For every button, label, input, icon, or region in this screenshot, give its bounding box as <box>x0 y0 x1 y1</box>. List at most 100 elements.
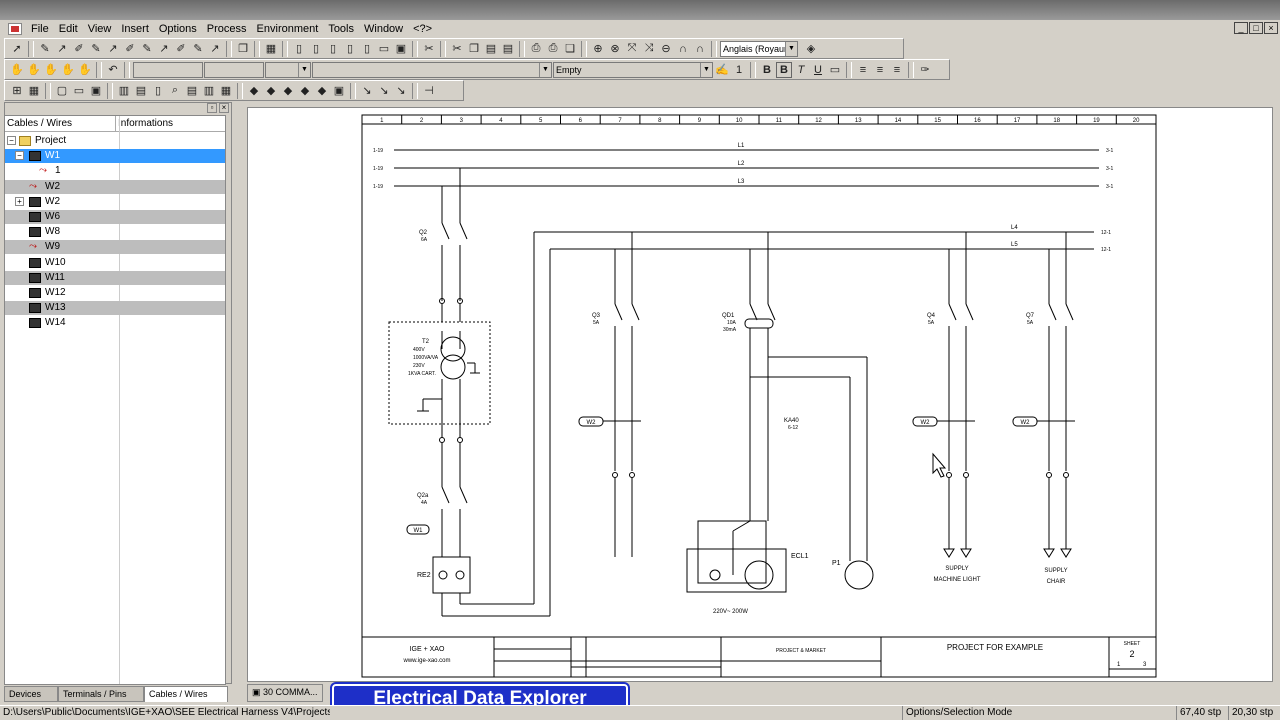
panel-pin-icon[interactable]: ▫ <box>207 103 217 113</box>
bold-frame-icon[interactable]: B <box>776 61 792 78</box>
windows-icon[interactable]: ❏ <box>562 41 578 57</box>
save-icon[interactable]: ▣ <box>393 41 409 57</box>
tool-11-icon[interactable]: ↗ <box>207 41 223 57</box>
zoom-in-icon[interactable]: ⊕ <box>590 41 606 57</box>
wire-tool-icon[interactable]: ↘ <box>376 83 392 99</box>
paste-icon[interactable]: ▤ <box>483 41 499 57</box>
panel-close-icon[interactable]: × <box>219 103 229 113</box>
grid-icon[interactable]: ▦ <box>26 83 42 99</box>
tool-10-icon[interactable]: ✎ <box>190 41 206 57</box>
tab-cables-wires[interactable]: Cables / Wires <box>144 686 228 702</box>
underline-icon[interactable]: U <box>810 62 826 78</box>
open-folder-icon[interactable]: ▭ <box>376 41 392 57</box>
frame-icon[interactable]: ▭ <box>827 62 843 78</box>
property-combo-4[interactable]: ▼ <box>312 61 552 78</box>
tab-document[interactable]: ▣ 30 COMMA... <box>247 684 323 702</box>
connector-icon[interactable]: ◆ <box>280 83 296 99</box>
italic-icon[interactable]: T <box>793 62 809 78</box>
pen-icon[interactable]: ✍ <box>714 62 730 78</box>
tool-1-icon[interactable]: ✎ <box>37 41 53 57</box>
hand-icon[interactable]: ✋ <box>60 62 76 78</box>
connector-icon[interactable]: ◆ <box>263 83 279 99</box>
zoom-all-icon[interactable]: ⤧ <box>624 41 640 57</box>
table-icon[interactable]: ▦ <box>218 83 234 99</box>
column-informations[interactable]: Informations <box>115 116 225 131</box>
clipboard-icon[interactable]: ▤ <box>500 41 516 57</box>
mdi-minimize-button[interactable]: _ <box>1234 22 1248 34</box>
zoom-window-icon[interactable]: ⤨ <box>641 41 657 57</box>
expand-toggle-icon[interactable]: − <box>15 151 24 161</box>
new-file-icon[interactable]: ▯ <box>291 41 307 57</box>
page-icon[interactable]: ▯ <box>359 41 375 57</box>
print-icon[interactable]: ⎙ <box>528 41 544 57</box>
zoom-icon[interactable]: ⊗ <box>607 41 623 57</box>
expand-toggle-icon[interactable]: − <box>7 136 16 145</box>
mdi-close-button[interactable]: × <box>1264 22 1278 34</box>
page-icon[interactable]: ▯ <box>342 41 358 57</box>
tab-terminals-pins[interactable]: Terminals / Pins <box>58 686 144 702</box>
grid-icon[interactable]: ▦ <box>263 41 279 57</box>
tree-item[interactable]: + W2 <box>5 195 225 209</box>
tool-6-icon[interactable]: ✐ <box>122 41 138 57</box>
undo-icon[interactable]: ↶ <box>105 62 121 78</box>
hand-icon[interactable]: ✋ <box>26 62 42 78</box>
mdi-restore-button[interactable]: □ <box>1249 22 1263 34</box>
align-center-icon[interactable]: ≡ <box>872 62 888 78</box>
menu-tools[interactable]: Tools <box>323 20 359 38</box>
tree-item[interactable]: ⤳ W2 <box>5 179 225 194</box>
tree-item[interactable]: W8 <box>5 225 225 239</box>
link-icon[interactable]: ∩ <box>692 41 708 57</box>
style-select[interactable]: Empty ▼ <box>553 61 713 78</box>
menu-options[interactable]: Options <box>154 20 202 38</box>
tool-7-icon[interactable]: ✎ <box>139 41 155 57</box>
bold-icon[interactable]: B <box>759 62 775 78</box>
wire-tool-icon[interactable]: ↘ <box>393 83 409 99</box>
drawing-canvas[interactable]: 1 2 3 4 5 6 7 8 9 10 11 12 13 14 15 16 17 18 19 20 L1 1-19 3-1… <box>247 107 1273 682</box>
print-preview-icon[interactable]: ⎙ <box>545 41 561 57</box>
wire-tool-icon[interactable]: ↘ <box>359 83 375 99</box>
layers-icon[interactable]: ◈ <box>803 41 819 57</box>
tool-2-icon[interactable]: ↗ <box>54 41 70 57</box>
menu-process[interactable]: Process <box>202 20 252 38</box>
page-icon[interactable]: ▯ <box>308 41 324 57</box>
tool-8-icon[interactable]: ↗ <box>156 41 172 57</box>
property-combo-3[interactable]: ▼ <box>265 61 311 78</box>
connector-icon[interactable]: ◆ <box>297 83 313 99</box>
connector-icon[interactable]: ◆ <box>246 83 262 99</box>
page-icon[interactable]: ▯ <box>325 41 341 57</box>
table-icon[interactable]: ▥ <box>116 83 132 99</box>
tree-item[interactable]: W13 <box>5 301 225 316</box>
link-icon[interactable]: ∩ <box>675 41 691 57</box>
connector-icon[interactable]: ◆ <box>314 83 330 99</box>
expand-toggle-icon[interactable]: + <box>15 196 24 206</box>
tool-5-icon[interactable]: ↗ <box>105 41 121 57</box>
tree-item[interactable]: W10 <box>5 256 225 270</box>
menu-insert[interactable]: Insert <box>116 20 154 38</box>
wand-icon[interactable]: ✂ <box>421 41 437 57</box>
search-icon[interactable]: ⌕ <box>167 83 183 99</box>
brush-icon[interactable]: ✑ <box>917 62 933 78</box>
tree-item[interactable]: W6 <box>5 210 225 224</box>
tool-9-icon[interactable]: ✐ <box>173 41 189 57</box>
tree-item[interactable]: W14 <box>5 316 225 330</box>
menu-environment[interactable]: Environment <box>252 20 324 38</box>
table-icon[interactable]: ▤ <box>184 83 200 99</box>
table-icon[interactable]: ▤ <box>133 83 149 99</box>
tool-4-icon[interactable]: ✎ <box>88 41 104 57</box>
frame-icon[interactable]: ▭ <box>71 83 87 99</box>
menu-edit[interactable]: Edit <box>54 20 83 38</box>
snap-icon[interactable]: ⊞ <box>9 83 25 99</box>
hand-icon[interactable]: ✋ <box>77 62 93 78</box>
copy-icon[interactable]: ❐ <box>235 41 251 57</box>
language-select[interactable]: Anglais (Royaum ▼ <box>720 40 798 57</box>
property-combo-1[interactable] <box>133 61 203 78</box>
tree-item[interactable]: W12 <box>5 286 225 300</box>
rectangle-icon[interactable]: ▢ <box>54 83 70 99</box>
column-cables-wires[interactable]: Cables / Wires <box>5 116 115 131</box>
align-left-icon[interactable]: ≡ <box>855 62 871 78</box>
menu-help[interactable]: <?> <box>408 20 437 38</box>
menu-window[interactable]: Window <box>359 20 408 38</box>
tree-item[interactable]: W11 <box>5 270 225 285</box>
zoom-out-icon[interactable]: ⊖ <box>658 41 674 57</box>
tree-item[interactable]: ⤳ 1 <box>5 164 225 178</box>
